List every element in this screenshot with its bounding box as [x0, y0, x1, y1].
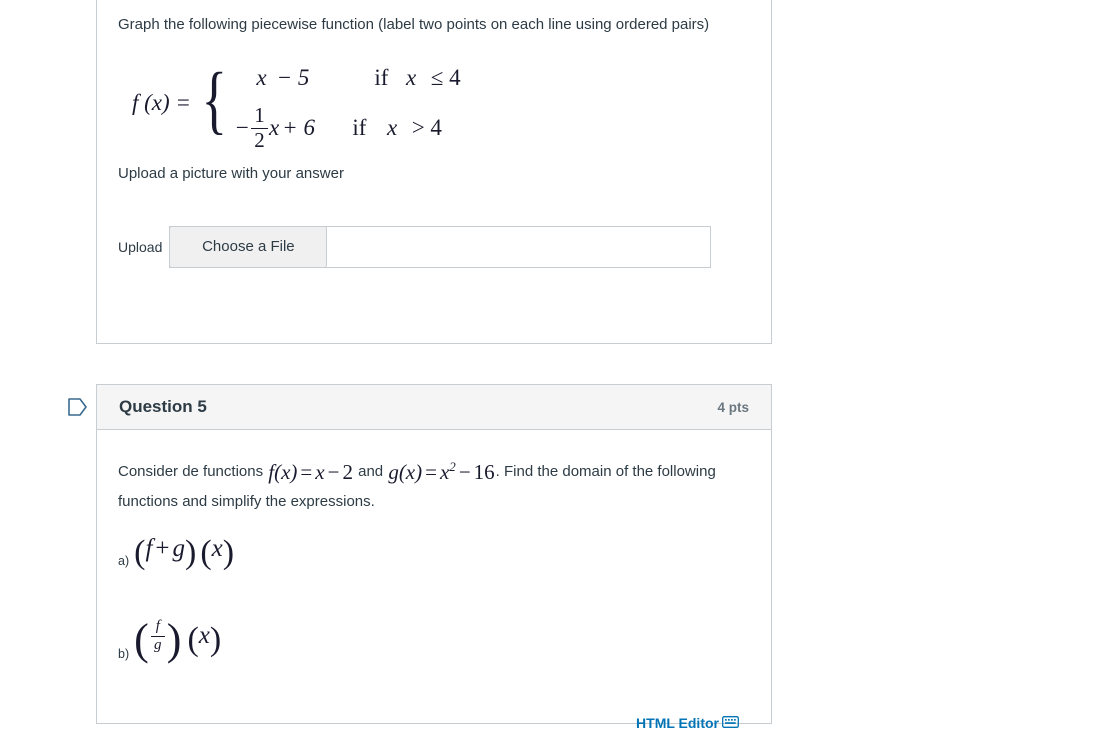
part-a-g: g: [172, 535, 186, 562]
part-a-open-paren: (: [134, 534, 146, 571]
row1-cond-variable: x: [405, 64, 417, 90]
question-4-card: Graph the following piecewise function (…: [96, 0, 772, 344]
part-a-arg-close-paren: ): [222, 534, 235, 571]
f-argument: (x): [274, 460, 298, 484]
part-a-label: a): [118, 554, 130, 568]
g-equals-sign: =: [425, 460, 437, 484]
f-rhs-operator: −: [327, 460, 340, 484]
f-rhs-variable: x: [315, 460, 325, 484]
row2-cond-relation: > 4: [411, 114, 442, 140]
row2-cond-variable: x: [386, 114, 398, 140]
g-rhs-constant: 16: [473, 460, 495, 484]
f-rhs-constant: 2: [342, 460, 353, 484]
prompt-and-text: and: [353, 463, 388, 480]
upload-instruction-text: Upload a picture with your answer: [118, 164, 344, 182]
prompt-prefix-text: Consider de functions: [118, 463, 268, 480]
choose-file-button[interactable]: Choose a File: [169, 225, 328, 268]
piecewise-function-equation: f (x) = { x − 5 if x ≤ 4 − 1 2 x + 6 if …: [132, 53, 750, 153]
file-upload-row: Upload Choose a File: [118, 225, 750, 268]
part-b-label: b): [118, 647, 130, 661]
part-b-denominator: g: [154, 636, 162, 653]
g-rhs-operator: −: [458, 460, 471, 484]
row1-cond-relation: ≤ 4: [430, 64, 461, 90]
fraction-denominator: 2: [254, 128, 265, 153]
f-equals-sign: =: [300, 460, 313, 484]
question-5-part-b: b) (f g) (x): [118, 614, 750, 665]
row2-constant: + 6: [282, 114, 315, 140]
function-lhs: f (x) =: [132, 89, 191, 115]
html-editor-link[interactable]: HTML Editor: [636, 715, 739, 731]
part-b-arg-open-paren: (: [187, 621, 199, 658]
piecewise-row-2-expression: − 1 2 x + 6: [234, 103, 352, 153]
function-g-definition: g(x) = x2−16: [387, 459, 495, 484]
g-rhs-variable: x: [439, 460, 450, 484]
question-4-body: Graph the following piecewise function (…: [97, 0, 771, 268]
piecewise-row-1-condition: if x ≤ 4: [374, 65, 460, 91]
row1-if-keyword: if: [374, 64, 389, 90]
row2-variable: x: [268, 114, 280, 140]
part-a-arg-open-paren: (: [200, 534, 212, 571]
left-brace-glyph: {: [201, 58, 227, 143]
question-5-body: Consider de functions f(x) = x −2 and g(x) =…: [97, 430, 771, 731]
part-a-plus-sign: +: [155, 535, 170, 562]
part-b-close-paren: ): [166, 615, 182, 664]
upload-field-label: Upload: [118, 238, 163, 255]
f-over-g-fraction: fg: [150, 617, 165, 654]
part-a-argument: x: [211, 535, 223, 562]
one-half-fraction: 1 2: [250, 103, 268, 153]
row1-constant: − 5: [276, 64, 310, 90]
fraction-numerator: 1: [254, 103, 265, 128]
piecewise-rows: x − 5 if x ≤ 4 − 1 2 x + 6 if x > 4: [234, 53, 460, 153]
part-a-close-paren: ): [185, 534, 197, 571]
part-b-numerator: f: [155, 617, 160, 634]
question-5-points: 4 pts: [717, 399, 749, 415]
part-a-expression: (f + g) (x): [134, 534, 234, 572]
row1-variable: x: [256, 64, 267, 90]
question-5-card: Question 5 4 pts Consider de functions f…: [96, 384, 772, 731]
part-b-argument: x: [198, 622, 210, 649]
piecewise-row-2-condition: if x > 4: [352, 115, 442, 141]
part-b-arg-close-paren: ): [209, 621, 222, 658]
file-upload-input[interactable]: Choose a File: [169, 225, 712, 268]
g-rhs-exponent: 2: [449, 459, 456, 474]
row2-if-keyword: if: [352, 114, 367, 140]
g-argument: (x): [398, 460, 423, 484]
question-4-prompt: Graph the following piecewise function (…: [118, 16, 710, 33]
question-5-part-a: a) (f + g) (x): [118, 534, 750, 572]
bookmark-flag-icon[interactable]: [68, 396, 88, 418]
keyboard-icon: [722, 715, 739, 731]
question-5-title: Question 5: [119, 397, 207, 416]
part-b-expression: (f g) (x): [134, 614, 221, 665]
g-name: g: [388, 460, 399, 484]
piecewise-row-1-expression: x − 5: [234, 65, 374, 91]
question-5-prompt: Consider de functions f(x) = x −2 and g(x) =…: [118, 452, 750, 516]
piecewise-row-2: − 1 2 x + 6 if x > 4: [234, 103, 460, 153]
piecewise-row-1: x − 5 if x ≤ 4: [234, 53, 460, 103]
question-5-header: Question 5 4 pts: [97, 385, 771, 430]
quiz-questions-page: Graph the following piecewise function (…: [0, 0, 1112, 731]
row2-minus-sign: −: [234, 114, 250, 140]
selected-file-name: [327, 227, 710, 267]
part-b-open-paren: (: [134, 615, 149, 664]
function-f-definition: f(x) = x −2: [267, 460, 354, 484]
html-editor-link-label: HTML Editor: [636, 715, 719, 731]
